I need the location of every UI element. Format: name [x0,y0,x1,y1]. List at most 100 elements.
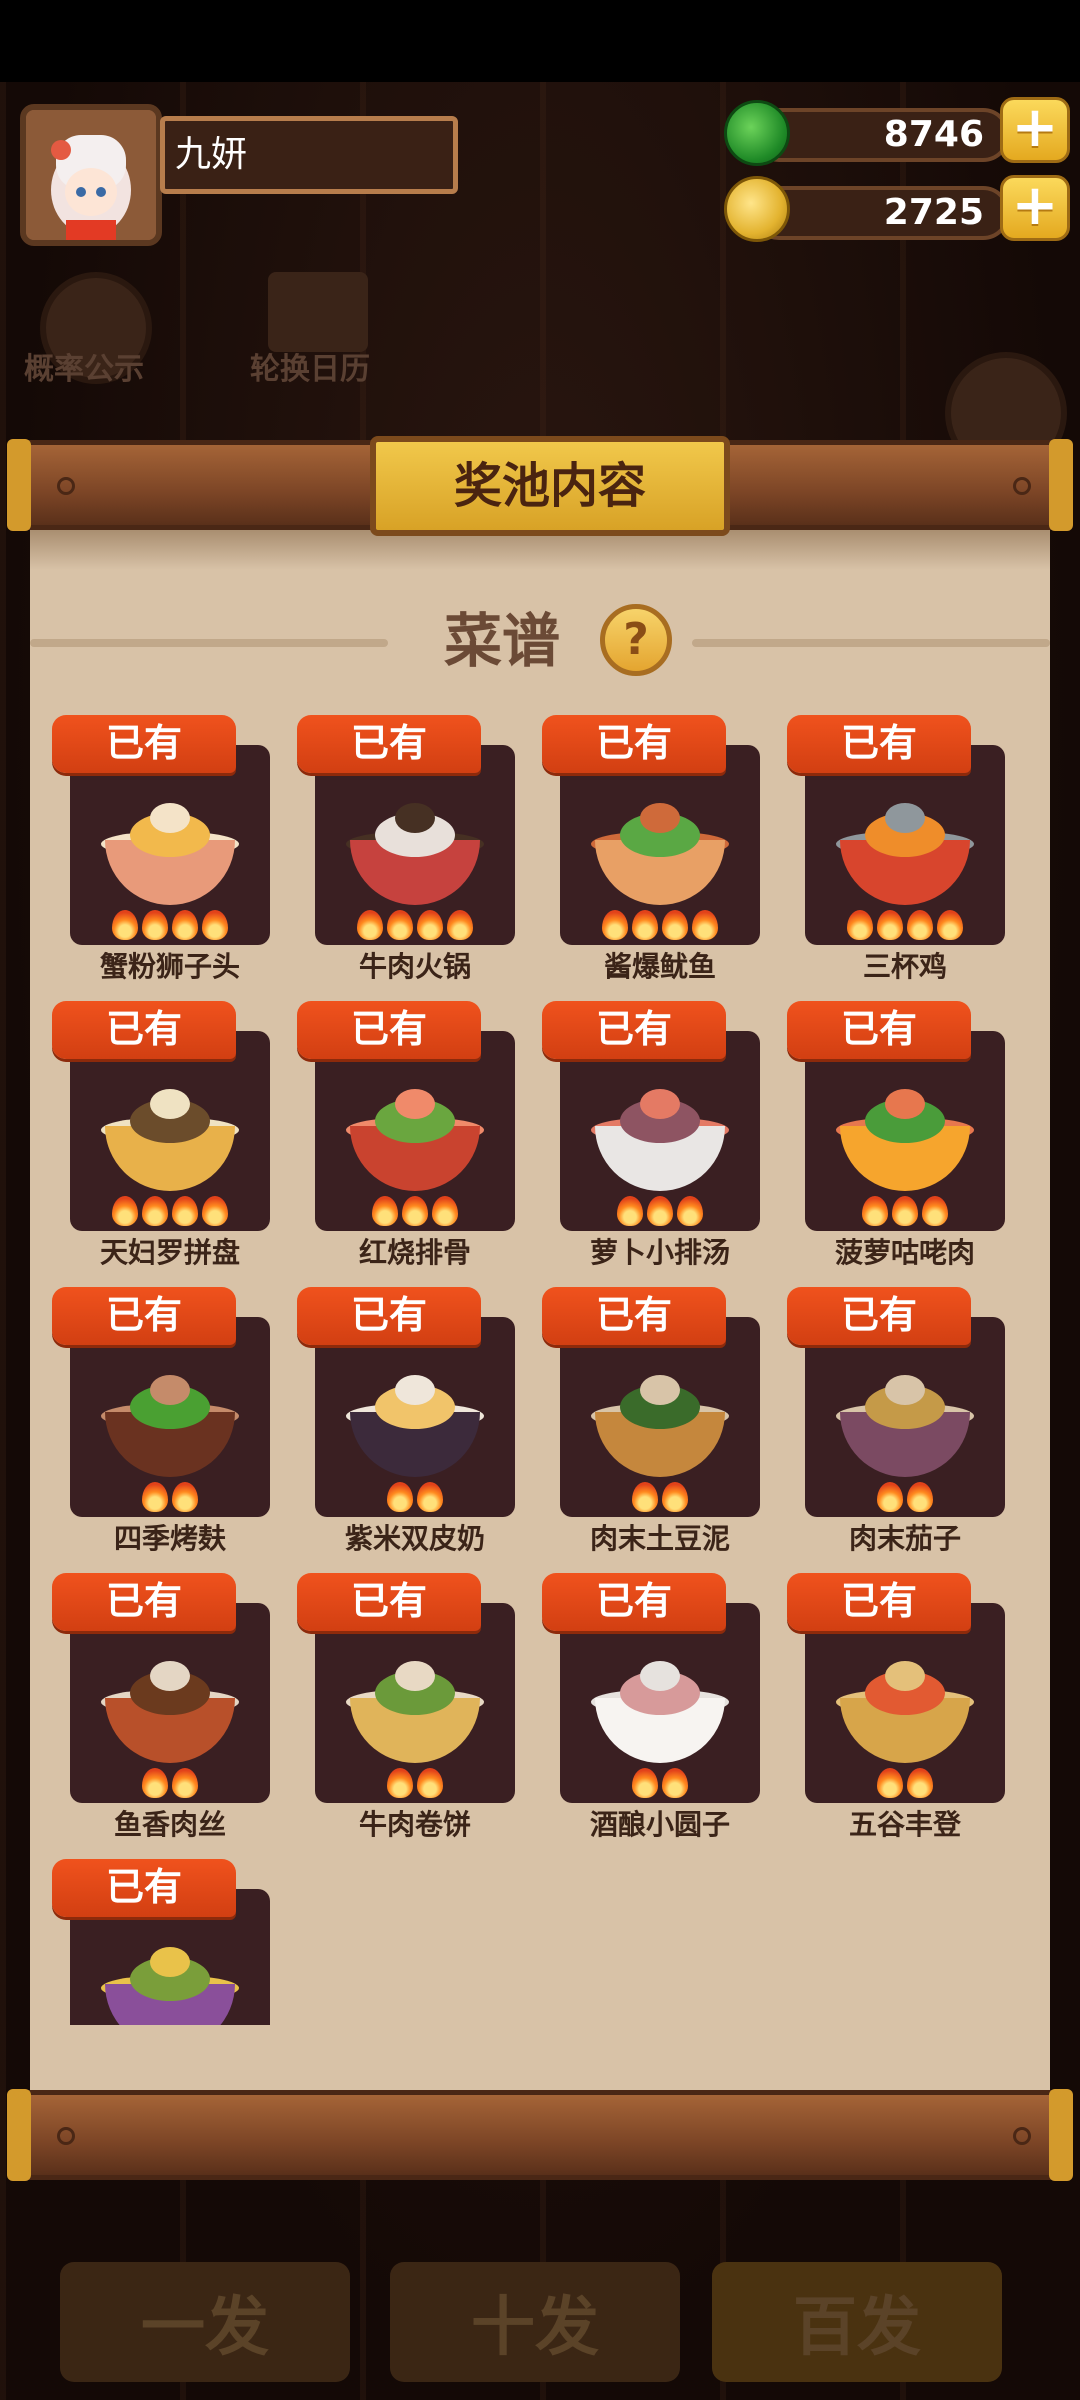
calendar-label[interactable]: 轮换日历 [250,344,370,388]
rarity-flames [560,1482,760,1512]
flame-icon [632,1482,658,1512]
owned-badge: 已有 [52,715,236,773]
dish-icon [836,1081,974,1191]
flame-icon [402,1196,428,1226]
flame-icon [142,1768,168,1798]
dish-image-frame [560,1603,760,1803]
help-button[interactable]: ? [600,604,672,676]
recipe-card[interactable]: 已有肉末茄子 [787,1287,1017,1555]
draw-ten-button[interactable]: 十发 [390,2262,680,2382]
dish-icon [346,795,484,905]
dish-image-frame [70,1031,270,1231]
section-title: 菜谱 [444,607,561,675]
coin-counter: 2725 [752,186,1010,240]
recipe-card[interactable]: 已有 牛肉卷饼 [297,1573,527,1841]
flame-icon [632,1768,658,1798]
recipe-card[interactable]: 已有 鱼香肉丝 [52,1573,282,1841]
dish-image-frame [315,1031,515,1231]
recipe-name: 菠萝咕咾肉 [834,1236,975,1269]
dish-image-frame [560,1031,760,1231]
recipe-name: 肉末茄子 [848,1522,961,1555]
flame-icon [877,1768,903,1798]
dish-image-frame [315,1317,515,1517]
dish-image-frame [560,745,760,945]
recipe-card[interactable]: 已有菠萝咕咾肉 [787,1001,1017,1269]
recipe-name: 三杯鸡 [862,950,947,983]
recipe-card[interactable]: 已有三杯鸡 [787,715,1017,983]
recipe-card[interactable]: 已有 五谷丰登 [787,1573,1017,1841]
add-jade-button[interactable]: + [1000,97,1070,163]
flame-icon [112,1196,138,1226]
flame-icon [417,1768,443,1798]
recipe-card[interactable]: 已有 红烧排骨 [297,1001,527,1269]
dish-image-frame [315,1603,515,1803]
flame-icon [892,1196,918,1226]
recipe-card[interactable]: 已有 萝卜小排汤 [542,1001,772,1269]
flame-icon [172,1482,198,1512]
jade-gem-icon [724,100,790,166]
flame-icon [632,910,658,940]
jade-value: 8746 [883,114,984,155]
owned-badge: 已有 [787,1001,971,1059]
recipe-name: 萝卜小排汤 [589,1236,730,1269]
owned-badge: 已有 [52,1573,236,1631]
dish-icon [101,1939,239,2025]
flame-icon [372,1196,398,1226]
recipe-grid[interactable]: 已有 蟹粉狮子头 已有 牛肉火锅 已有 酱爆鱿鱼 已有 三杯鸡 已有 天妇罗拼盘 已有 红烧排骨 已有萝… [30,700,1050,2025]
owned-badge: 已有 [297,715,481,773]
recipe-name: 蟹粉狮子头 [99,950,240,983]
rarity-flames [315,910,515,940]
recipe-card[interactable]: 已有 紫米双皮奶 [297,1287,527,1555]
rarity-flames [805,910,1005,940]
dish-image-frame [315,745,515,945]
recipe-card[interactable]: 已有 酱爆鱿鱼 [542,715,772,983]
rarity-flames [315,1768,515,1798]
recipe-section-header: 菜谱 ? [30,596,1050,686]
flame-icon [172,910,198,940]
flame-icon [172,1196,198,1226]
owned-badge: 已有 [52,1859,236,1917]
owned-badge: 已有 [787,1573,971,1631]
rarity-flames [560,1196,760,1226]
draw-one-button[interactable]: 一发 [60,2262,350,2382]
calendar-icon[interactable] [268,272,368,352]
flame-icon [907,1768,933,1798]
dish-icon [101,1653,239,1763]
dish-icon [101,1081,239,1191]
flame-icon [387,910,413,940]
recipe-card[interactable]: 已有蟹粉狮子头 [52,715,282,983]
flame-icon [417,910,443,940]
scroll-bottom-roller [7,2089,1073,2181]
game-screen: 概率公示 轮换日历 一发 十发 百发 九妍 8746 + 2725 + 奖池内容… [0,0,1080,2400]
flame-icon [662,1768,688,1798]
flame-icon [862,1196,888,1226]
flame-icon [677,1196,703,1226]
recipe-card[interactable]: 已有 肉末土豆泥 [542,1287,772,1555]
recipe-card[interactable]: 已有 [52,1859,282,2025]
draw-hundred-button[interactable]: 百发 [712,2262,1002,2382]
recipe-name: 酒酿小圆子 [589,1808,730,1841]
recipe-name: 紫米双皮奶 [344,1522,485,1555]
rarity-flames [805,1768,1005,1798]
add-coin-button[interactable]: + [1000,175,1070,241]
recipe-name: 四季烤麸 [113,1522,226,1555]
rarity-flames [805,1482,1005,1512]
owned-badge: 已有 [787,715,971,773]
rarity-flames [70,1196,270,1226]
flame-icon [602,910,628,940]
flame-icon [172,1768,198,1798]
recipe-card[interactable]: 已有 天妇罗拼盘 [52,1001,282,1269]
avatar[interactable] [20,104,162,246]
dish-icon [836,1653,974,1763]
recipe-card[interactable]: 已有 酒酿小圆子 [542,1573,772,1841]
rarity-flames [70,1482,270,1512]
dish-icon [346,1081,484,1191]
owned-badge: 已有 [297,1573,481,1631]
owned-badge: 已有 [787,1287,971,1345]
dish-icon [346,1367,484,1477]
rarity-flames [70,1768,270,1798]
recipe-card[interactable]: 已有 牛肉火锅 [297,715,527,983]
recipe-card[interactable]: 已有 四季烤麸 [52,1287,282,1555]
flame-icon [847,910,873,940]
probability-label[interactable]: 概率公示 [24,344,144,388]
